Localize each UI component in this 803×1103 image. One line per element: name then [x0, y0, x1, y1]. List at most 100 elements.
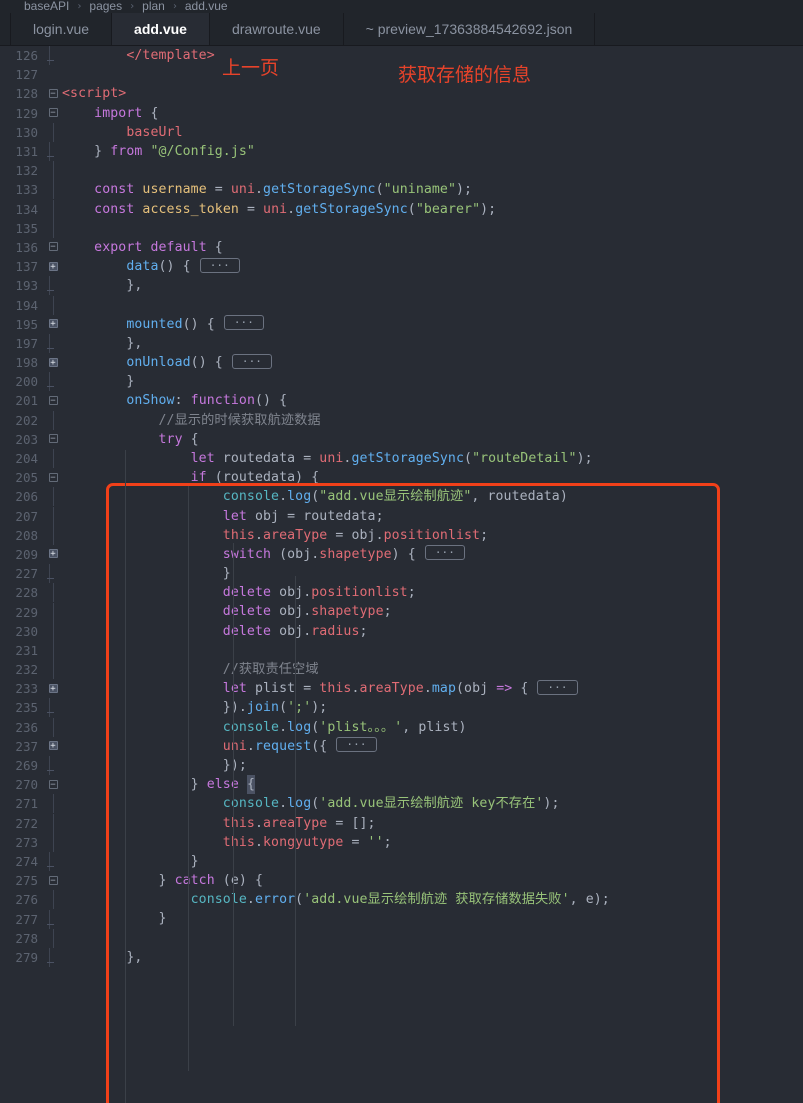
code-line[interactable]: 230 delete obj.radius; — [0, 621, 803, 641]
code-line[interactable]: 201− onShow: function() { — [0, 391, 803, 410]
fold-marker[interactable]: − — [44, 434, 62, 445]
fold-expand-icon[interactable]: + — [48, 261, 58, 271]
fold-marker[interactable]: − — [44, 875, 62, 886]
code-line[interactable]: 128− <script> — [0, 84, 803, 103]
fold-marker[interactable]: + — [44, 683, 62, 694]
code-line[interactable]: 204 let routedata = uni.getStorageSync("… — [0, 449, 803, 469]
folded-code-placeholder[interactable]: ··· — [424, 545, 465, 561]
fold-expand-icon[interactable]: + — [48, 741, 58, 751]
code-line[interactable]: 137 + data() { ··· — [0, 257, 803, 276]
code-line[interactable]: 232 //获取责任空域 — [0, 660, 803, 680]
editor-tab--preview-17363884542692-json[interactable]: ~ preview_17363884542692.json — [343, 13, 596, 45]
fold-collapse-icon[interactable]: − — [48, 108, 58, 118]
fold-marker[interactable]: + — [44, 319, 62, 330]
code-line[interactable]: 227 } — [0, 564, 803, 584]
code-line[interactable]: 274 } — [0, 851, 803, 871]
fold-marker[interactable]: + — [44, 261, 62, 272]
breadcrumb-item[interactable]: plan — [142, 0, 165, 13]
fold-collapse-icon[interactable]: − — [48, 434, 58, 444]
code-line[interactable]: 200 } — [0, 372, 803, 392]
code-line[interactable]: 208 this.areaType = obj.positionlist; — [0, 525, 803, 545]
fold-collapse-icon[interactable]: − — [48, 395, 58, 405]
code-line[interactable]: 277 } — [0, 909, 803, 929]
fold-marker — [44, 947, 62, 967]
code-line[interactable]: 236 console.log('plist。。。', plist) — [0, 717, 803, 737]
code-line[interactable]: 271 console.log('add.vue显示绘制航迹 key不存在'); — [0, 794, 803, 814]
code-line[interactable]: 276 console.error('add.vue显示绘制航迹 获取存储数据失… — [0, 890, 803, 910]
editor-tab-drawroute-vue[interactable]: drawroute.vue — [209, 13, 344, 45]
editor-tab-login-vue[interactable]: login.vue — [10, 13, 113, 45]
code-line[interactable]: 134 const access_token = uni.getStorageS… — [0, 199, 803, 219]
code-line[interactable]: 193 }, — [0, 276, 803, 296]
fold-collapse-icon[interactable]: − — [48, 242, 58, 252]
breadcrumb-item[interactable]: add.vue — [185, 0, 228, 13]
code-line[interactable]: 129− import { — [0, 104, 803, 123]
folded-code-placeholder[interactable]: ··· — [336, 737, 377, 753]
code-line[interactable]: 133 const username = uni.getStorageSync(… — [0, 180, 803, 200]
code-line[interactable]: 194 — [0, 295, 803, 315]
code-line[interactable]: 269 }); — [0, 756, 803, 776]
code-line[interactable]: 279 }, — [0, 947, 803, 967]
code-line[interactable]: 235 }).join(';'); — [0, 698, 803, 718]
code-editor[interactable]: 126 </template> 127 128− <script> 129− impor… — [0, 46, 803, 1103]
fold-marker[interactable]: − — [44, 779, 62, 790]
code-line[interactable]: 127 — [0, 65, 803, 84]
folded-code-placeholder[interactable]: ··· — [537, 679, 578, 695]
editor-tab-add-vue[interactable]: add.vue — [112, 13, 210, 45]
code-line[interactable]: 237 + uni.request({ ··· — [0, 737, 803, 756]
code-line[interactable]: 136− export default { — [0, 238, 803, 257]
code-token: map — [431, 681, 456, 697]
line-number: 276 — [15, 892, 38, 908]
code-line[interactable]: 228 delete obj.positionlist; — [0, 583, 803, 603]
line-number: 194 — [15, 297, 38, 313]
fold-marker[interactable]: + — [44, 741, 62, 752]
code-line[interactable]: 195 + mounted() { ··· — [0, 315, 803, 334]
code-line[interactable]: 126 </template> — [0, 46, 803, 66]
folded-code-placeholder[interactable]: ··· — [231, 353, 273, 369]
code-line[interactable]: 206 console.log("add.vue显示绘制航迹", routeda… — [0, 487, 803, 507]
breadcrumb-item[interactable]: baseAPI — [24, 0, 69, 13]
code-line[interactable]: 229 delete obj.shapetype; — [0, 602, 803, 622]
fold-marker[interactable]: − — [44, 108, 62, 119]
code-line[interactable]: 207 let obj = routedata; — [0, 506, 803, 526]
fold-collapse-icon[interactable]: − — [48, 472, 58, 482]
fold-marker[interactable]: + — [44, 357, 62, 368]
code-line[interactable]: 231 — [0, 640, 803, 660]
code-line[interactable]: 198 + onUnload() { ··· — [0, 353, 803, 372]
code-line[interactable]: 205− if (routedata) { — [0, 468, 803, 487]
code-line[interactable]: 197 }, — [0, 333, 803, 353]
fold-expand-icon[interactable]: + — [48, 357, 58, 367]
code-line[interactable]: 273 this.kongyutype = ''; — [0, 832, 803, 852]
breadcrumb-item[interactable]: pages — [89, 0, 122, 13]
folded-code-placeholder[interactable]: ··· — [223, 315, 264, 331]
code-line[interactable]: 130 baseUrl — [0, 122, 803, 142]
code-line[interactable]: 233 + let plist = this.areaType.map(obj =… — [0, 679, 803, 698]
code-line[interactable]: 131 } from "@/Config.js" — [0, 142, 803, 162]
code-line[interactable]: 272 this.areaType = []; — [0, 813, 803, 833]
code-line[interactable]: 135 — [0, 218, 803, 238]
fold-collapse-icon[interactable]: − — [48, 779, 58, 789]
folded-code-placeholder[interactable]: ··· — [199, 257, 240, 273]
code-line[interactable]: 132 — [0, 161, 803, 181]
code-text: console.error('add.vue显示绘制航迹 获取存储数据失败', … — [62, 890, 803, 909]
code-line[interactable]: 203− try { — [0, 430, 803, 449]
code-line[interactable]: 278 — [0, 928, 803, 948]
code-token: onUnload — [126, 355, 191, 370]
code-token: baseUrl — [126, 124, 183, 140]
fold-collapse-icon[interactable]: − — [48, 88, 58, 98]
code-line[interactable]: 202 //显示的时候获取航迹数据 — [0, 410, 803, 430]
fold-expand-icon[interactable]: + — [48, 549, 58, 559]
code-line[interactable]: 270− } else { — [0, 775, 803, 795]
fold-marker[interactable]: + — [44, 549, 62, 560]
fold-marker[interactable]: − — [44, 472, 62, 483]
fold-marker[interactable]: − — [44, 395, 62, 406]
line-number: 278 — [15, 930, 38, 946]
code-line[interactable]: 209 + switch (obj.shapetype) { ··· — [0, 545, 803, 564]
fold-collapse-icon[interactable]: − — [48, 875, 58, 885]
fold-expand-icon[interactable]: + — [48, 319, 58, 329]
fold-marker[interactable]: − — [44, 88, 62, 99]
fold-marker[interactable]: − — [44, 242, 62, 253]
code-line[interactable]: 275− } catch (e) { — [0, 871, 803, 890]
fold-expand-icon[interactable]: + — [48, 683, 58, 693]
